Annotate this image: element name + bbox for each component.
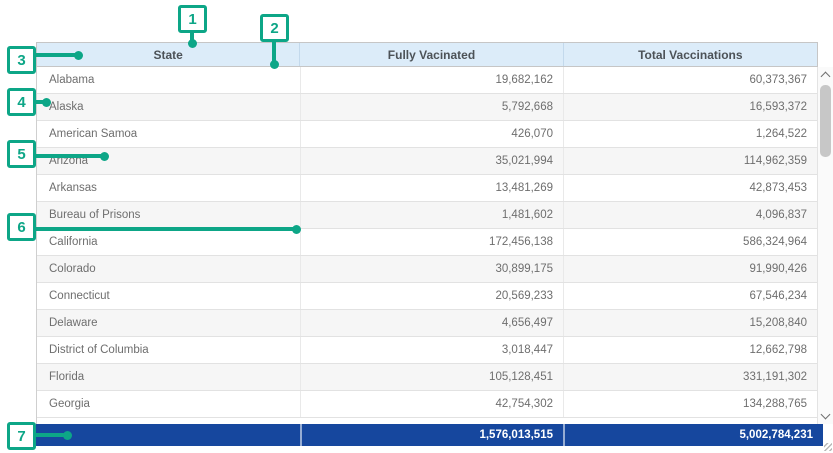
callout-4-label: 4 [17,94,25,111]
table-row[interactable]: District of Columbia 3,018,447 12,662,79… [37,337,817,364]
callout-6-dot [292,225,301,234]
cell-total-vaccinations: 67,546,234 [563,283,817,309]
callout-1: 1 [178,5,207,33]
table-body: Alabama 19,682,162 60,373,367 Alaska 5,7… [36,67,818,424]
callout-2-dot [270,60,279,69]
cell-state: Colorado [37,256,300,282]
cell-state: Delaware [37,310,300,336]
cell-state: American Samoa [37,121,300,147]
cell-fully-vaccinated: 35,021,994 [300,148,563,174]
column-header-total-vaccinations: Total Vaccinations [563,43,817,66]
cell-total-vaccinations: 60,373,367 [563,67,817,93]
scroll-down-button[interactable] [818,408,833,424]
table-row[interactable]: Georgia 42,754,302 134,288,765 [37,391,817,418]
summary-row: 1,576,013,515 5,002,784,231 [36,424,823,446]
cell-fully-vaccinated: 13,481,269 [300,175,563,201]
cell-fully-vaccinated: 172,456,138 [300,229,563,255]
table-row[interactable]: Alabama 19,682,162 60,373,367 [37,67,817,94]
cell-state: Connecticut [37,283,300,309]
callout-5-label: 5 [17,146,25,163]
cell-total-vaccinations: 134,288,765 [563,391,817,417]
table-row[interactable]: Colorado 30,899,175 91,990,426 [37,256,817,283]
table-row[interactable]: California 172,456,138 586,324,964 [37,229,817,256]
summary-total-vaccinations-total: 5,002,784,231 [563,424,823,446]
cell-fully-vaccinated: 3,018,447 [300,337,563,363]
cell-fully-vaccinated: 4,656,497 [300,310,563,336]
callout-3: 3 [7,46,36,74]
cell-total-vaccinations: 114,962,359 [563,148,817,174]
cell-total-vaccinations: 331,191,302 [563,364,817,390]
cell-fully-vaccinated: 19,682,162 [300,67,563,93]
table-row[interactable]: Arkansas 13,481,269 42,873,453 [37,175,817,202]
callout-5-dot [100,152,109,161]
callout-3-line [34,53,78,57]
cell-state: Alabama [37,67,300,93]
callout-5: 5 [7,140,36,168]
callout-3-dot [74,51,83,60]
cell-fully-vaccinated: 20,569,233 [300,283,563,309]
cell-total-vaccinations: 42,873,453 [563,175,817,201]
scroll-up-button[interactable] [818,67,833,83]
callout-4-dot [42,98,51,107]
table-row[interactable]: Connecticut 20,569,233 67,546,234 [37,283,817,310]
callout-6: 6 [7,213,36,241]
callout-7-dot [63,431,72,440]
callout-2: 2 [260,14,289,42]
cell-total-vaccinations: 91,990,426 [563,256,817,282]
cell-fully-vaccinated: 1,481,602 [300,202,563,228]
cell-state: Bureau of Prisons [37,202,300,228]
cell-total-vaccinations: 1,264,522 [563,121,817,147]
cell-total-vaccinations: 4,096,837 [563,202,817,228]
cell-total-vaccinations: 12,662,798 [563,337,817,363]
table-row[interactable]: Alaska 5,792,668 16,593,372 [37,94,817,121]
cell-fully-vaccinated: 30,899,175 [300,256,563,282]
cell-total-vaccinations: 586,324,964 [563,229,817,255]
cell-state: Alaska [37,94,300,120]
cell-state: California [37,229,300,255]
summary-state-cell [36,424,300,446]
vertical-scrollbar[interactable] [818,67,833,424]
scrollbar-thumb[interactable] [820,85,831,157]
cell-state: Arizona [37,148,300,174]
table-header-row: State Fully Vacinated Total Vaccinations [36,42,818,67]
table-row[interactable]: Bureau of Prisons 1,481,602 4,096,837 [37,202,817,229]
chevron-down-icon [821,410,831,420]
callout-7: 7 [7,422,36,450]
cell-fully-vaccinated: 42,754,302 [300,391,563,417]
cell-fully-vaccinated: 5,792,668 [300,94,563,120]
cell-total-vaccinations: 16,593,372 [563,94,817,120]
callout-1-label: 1 [188,11,196,28]
callout-3-label: 3 [17,52,25,69]
callout-5-line [34,154,104,158]
callout-4: 4 [7,88,36,116]
cell-fully-vaccinated: 426,070 [300,121,563,147]
cell-state: Georgia [37,391,300,417]
chevron-up-icon [821,72,831,82]
cell-total-vaccinations: 15,208,840 [563,310,817,336]
cell-state: Arkansas [37,175,300,201]
column-header-fully-vaccinated: Fully Vacinated [299,43,562,66]
callout-7-label: 7 [17,428,25,445]
callout-1-dot [188,39,197,48]
callout-6-label: 6 [17,219,25,236]
table-row[interactable]: Florida 105,128,451 331,191,302 [37,364,817,391]
cell-fully-vaccinated: 105,128,451 [300,364,563,390]
dashboard-table-screenshot: State Fully Vacinated Total Vaccinations… [0,0,833,453]
callout-6-line [34,227,296,231]
summary-fully-vaccinated-total: 1,576,013,515 [300,424,563,446]
cell-state: District of Columbia [37,337,300,363]
table-row[interactable]: Delaware 4,656,497 15,208,840 [37,310,817,337]
callout-2-label: 2 [270,20,278,37]
table-row[interactable]: Arizona 35,021,994 114,962,359 [37,148,817,175]
table-row[interactable]: American Samoa 426,070 1,264,522 [37,121,817,148]
cell-state: Florida [37,364,300,390]
resize-grip-icon [824,443,832,451]
